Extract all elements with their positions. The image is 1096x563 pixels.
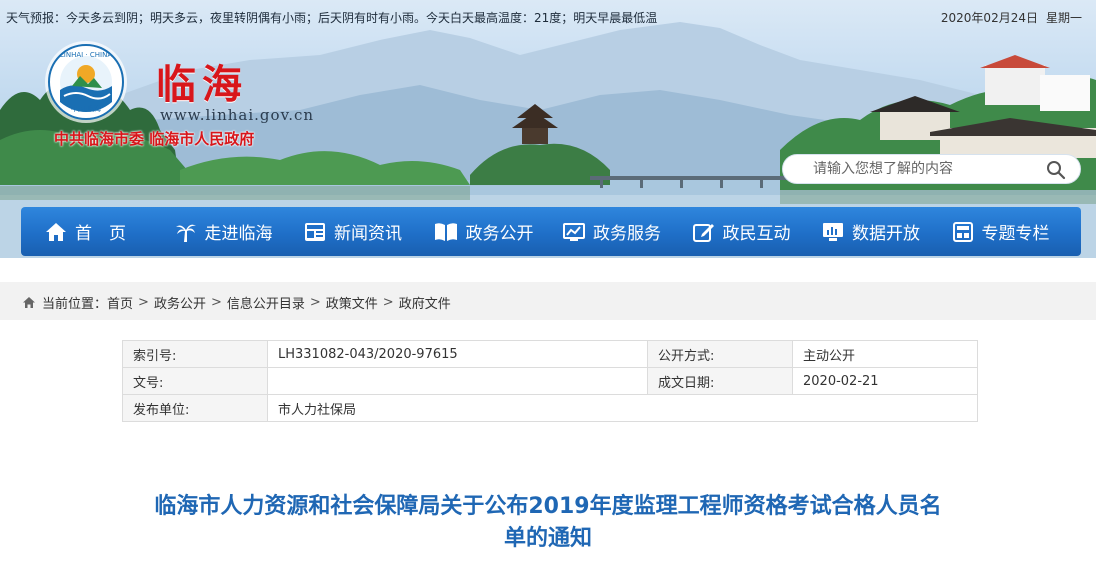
monitor-icon	[823, 222, 843, 241]
disclosure-method-value: 主动公开	[792, 340, 978, 368]
nav-item-public-interaction[interactable]: 政民互动	[692, 207, 823, 256]
site-url: www.linhai.gov.cn	[160, 106, 315, 124]
nav-label: 数据开放	[852, 224, 920, 244]
nav-label: 政务服务	[593, 224, 661, 244]
nav-item-about-linhai[interactable]: 走进临海	[175, 207, 305, 256]
newspaper-icon	[305, 222, 325, 241]
search-box	[782, 154, 1081, 184]
column-icon	[952, 221, 973, 242]
nav-label: 政民互动	[722, 224, 791, 244]
home-icon	[23, 297, 35, 308]
breadcrumb: 当前位置： 首页 > 政务公开 > 信息公开目录 > 政策文件 > 政府文件	[22, 293, 451, 312]
index-number-value: LH331082-043/2020-97615	[267, 340, 648, 368]
document-metadata-table: 索引号: LH331082-043/2020-97615 公开方式: 主动公开 …	[122, 340, 978, 422]
nav-item-gov-services[interactable]: 政务服务	[563, 207, 693, 256]
city-emblem-logo[interactable]: LINHAI · CHINA 中国·临海	[48, 44, 124, 120]
nav-item-home[interactable]: 首 页	[45, 207, 175, 256]
nav-label: 首 页	[75, 224, 126, 244]
site-name[interactable]: 临海	[156, 52, 248, 110]
document-number-label: 文号:	[122, 367, 268, 395]
edit-icon	[692, 223, 714, 242]
article-title-line: 临海市人力资源和社会保障局关于公布2019年度监理工程师资格考试合格人员名	[154, 494, 942, 519]
main-navigation: 首 页 走进临海 新闻资讯 政务公开 政务服务 政民互动 数据开放 专题专栏	[21, 207, 1081, 256]
nav-label: 新闻资讯	[334, 224, 402, 244]
document-number-value	[267, 367, 648, 395]
search-input[interactable]	[813, 155, 1043, 183]
breadcrumb-separator: >	[309, 295, 321, 310]
issue-date-value: 2020-02-21	[792, 367, 978, 395]
article-title: 临海市人力资源和社会保障局关于公布2019年度监理工程师资格考试合格人员名 单的…	[100, 491, 996, 555]
emblem-bottom-text: 中国·临海	[70, 105, 102, 113]
article-title-line: 单的通知	[503, 526, 592, 551]
issue-date-label: 成文日期:	[647, 367, 793, 395]
weekday-text: 星期一	[1045, 11, 1082, 25]
nav-label: 专题专栏	[981, 224, 1050, 244]
government-org-line: 中共临海市委 临海市人民政府	[54, 130, 255, 148]
disclosure-method-label: 公开方式:	[647, 340, 793, 368]
breadcrumb-link-home[interactable]: 首页	[107, 293, 133, 312]
table-row: 文号: 成文日期: 2020-02-21	[122, 367, 978, 395]
nav-item-special-topics[interactable]: 专题专栏	[952, 207, 1082, 256]
open-book-icon	[434, 222, 457, 241]
top-info-bar: 天气预报：今天多云到阴；明天多云，夜里转阴偶有小雨；后天阴有时有小雨。今天白天最…	[0, 0, 1096, 34]
breadcrumb-separator: >	[138, 295, 149, 310]
index-number-label: 索引号:	[122, 340, 268, 368]
home-icon	[46, 222, 66, 241]
publisher-label: 发布单位:	[122, 394, 268, 422]
table-row: 索引号: LH331082-043/2020-97615 公开方式: 主动公开	[122, 340, 978, 368]
table-row: 发布单位: 市人力社保局	[122, 394, 978, 422]
header-banner: 天气预报：今天多云到阴；明天多云，夜里转阴偶有小雨；后天阴有时有小雨。今天白天最…	[0, 0, 1096, 258]
weather-forecast: 天气预报：今天多云到阴；明天多云，夜里转阴偶有小雨；后天阴有时有小雨。今天白天最…	[6, 11, 658, 25]
nav-item-open-data[interactable]: 数据开放	[822, 207, 952, 256]
search-icon[interactable]	[1046, 160, 1066, 180]
breadcrumb-separator: >	[382, 295, 394, 310]
palm-tree-icon	[175, 224, 196, 242]
breadcrumb-link-info-catalog[interactable]: 信息公开目录	[227, 293, 305, 312]
nav-label: 政务公开	[465, 224, 534, 244]
emblem-ring-text: LINHAI · CHINA	[59, 51, 113, 59]
nav-item-news[interactable]: 新闻资讯	[304, 207, 434, 256]
breadcrumb-bar: 当前位置： 首页 > 政务公开 > 信息公开目录 > 政策文件 > 政府文件	[0, 282, 1096, 320]
service-chart-icon	[563, 222, 585, 241]
breadcrumb-separator: >	[210, 295, 222, 310]
current-date: 2020年02月24日 星期一	[941, 9, 1082, 26]
breadcrumb-link-policy-docs[interactable]: 政策文件	[326, 293, 378, 312]
date-text: 2020年02月24日	[940, 11, 1038, 25]
breadcrumb-link-gov-affairs[interactable]: 政务公开	[154, 293, 206, 312]
nav-item-gov-affairs-open[interactable]: 政务公开	[434, 207, 564, 256]
breadcrumb-link-gov-docs[interactable]: 政府文件	[399, 293, 451, 312]
publisher-value: 市人力社保局	[267, 394, 978, 422]
breadcrumb-prefix: 当前位置：	[42, 297, 108, 312]
nav-label: 走进临海	[204, 224, 273, 244]
